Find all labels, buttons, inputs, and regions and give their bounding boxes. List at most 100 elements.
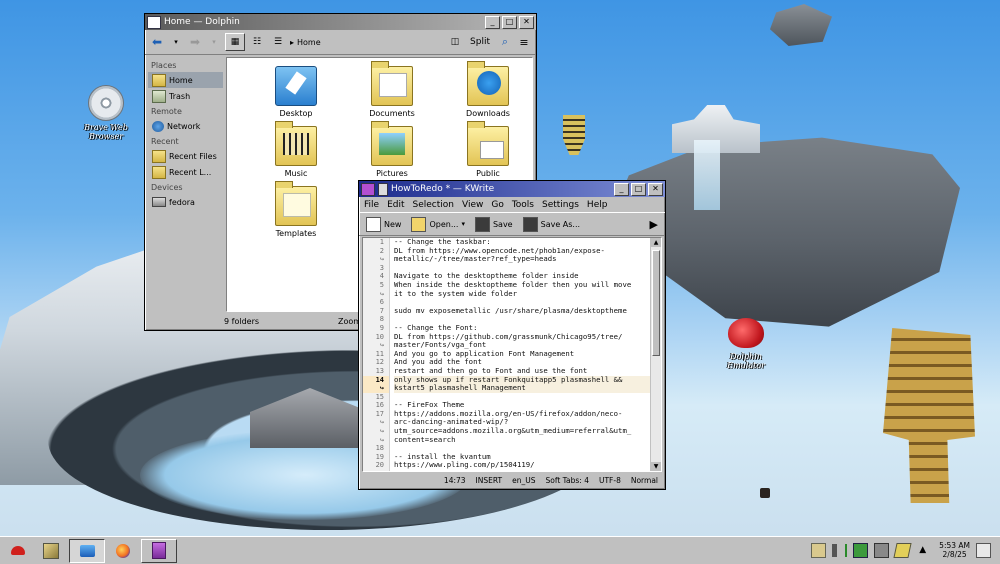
menu-icon[interactable]: ≡ bbox=[516, 34, 532, 50]
editor-text-area[interactable]: -- Change the taskbar: DL from https://ww… bbox=[390, 238, 650, 471]
editor-line[interactable]: utm_source=addons.mozilla.org&utm_medium… bbox=[394, 427, 650, 436]
breadcrumb-home[interactable]: Home bbox=[297, 38, 321, 47]
folder-public[interactable]: Public bbox=[453, 121, 523, 178]
desktop-icon-dolphin-emulator[interactable]: Dolphin Emulator bbox=[716, 318, 776, 370]
icons-view-icon[interactable]: ▦ bbox=[225, 33, 245, 51]
scroll-down-icon[interactable]: ▼ bbox=[651, 462, 661, 471]
folder-desktop[interactable]: Desktop bbox=[261, 66, 331, 118]
folder-documents[interactable]: Documents bbox=[357, 61, 427, 118]
folder-pictures[interactable]: Pictures bbox=[357, 121, 427, 178]
maximize-button[interactable]: □ bbox=[631, 182, 646, 196]
editor-line[interactable]: sudo mv exposemetallic /usr/share/plasma… bbox=[394, 307, 650, 316]
back-arrow-icon[interactable]: ⬅ bbox=[149, 34, 165, 50]
places-item-recent-locations[interactable]: Recent L... bbox=[148, 164, 223, 180]
folder-downloads[interactable]: Downloads bbox=[453, 61, 523, 118]
editor-line[interactable]: it to the system wide folder bbox=[394, 290, 650, 299]
menu-file[interactable]: File bbox=[364, 200, 379, 210]
editor-line[interactable]: metallic/-/tree/master?ref_type=heads bbox=[394, 255, 650, 264]
kwrite-window[interactable]: HowToRedo * — KWrite _ □ ✕ File Edit Sel… bbox=[358, 180, 666, 490]
maximize-button[interactable]: □ bbox=[502, 15, 517, 29]
updates-icon[interactable] bbox=[853, 542, 869, 558]
editor-line[interactable]: arc-dancing-animated-wip/? bbox=[394, 418, 650, 427]
editor-line[interactable]: -- Change the Font: bbox=[394, 324, 650, 333]
more-actions-icon[interactable]: ▶ bbox=[647, 215, 661, 233]
places-item-recent-files[interactable]: Recent Files bbox=[148, 148, 223, 164]
editor-line[interactable]: And you go to application Font Managemen… bbox=[394, 350, 650, 359]
editor-line[interactable]: restart and then go to Font and use the … bbox=[394, 367, 650, 376]
editor-line[interactable] bbox=[394, 315, 650, 324]
syntax-mode[interactable]: Normal bbox=[631, 476, 658, 485]
folder-music[interactable]: Music bbox=[261, 121, 331, 178]
places-item-home[interactable]: Home bbox=[148, 72, 223, 88]
editor-line[interactable]: only shows up if restart Fonkquitapp5 pl… bbox=[394, 375, 650, 385]
editor-line[interactable]: When inside the desktoptheme folder then… bbox=[394, 281, 650, 290]
dolphin-titlebar[interactable]: Home — Dolphin _ □ ✕ bbox=[145, 14, 536, 30]
editor-line[interactable]: https://www.pling.com/p/1504119/ bbox=[394, 461, 650, 470]
editor-line[interactable]: https://addons.mozilla.org/en-US/firefox… bbox=[394, 410, 650, 419]
network-tray-icon[interactable] bbox=[893, 542, 912, 558]
taskbar-task-kwrite[interactable] bbox=[141, 538, 177, 563]
places-item-network[interactable]: Network bbox=[148, 118, 223, 134]
indent-setting[interactable]: Soft Tabs: 4 bbox=[546, 476, 589, 485]
taskbar-launcher-firefox[interactable] bbox=[108, 540, 138, 562]
scroll-up-icon[interactable]: ▲ bbox=[651, 238, 661, 247]
minimize-button[interactable]: _ bbox=[614, 182, 629, 196]
kwrite-titlebar[interactable]: HowToRedo * — KWrite _ □ ✕ bbox=[359, 181, 665, 197]
editor-line[interactable]: content=search bbox=[394, 436, 650, 445]
dictionary[interactable]: en_US bbox=[512, 476, 535, 485]
expand-tray-icon[interactable]: ▲ bbox=[916, 544, 929, 557]
editor-line[interactable] bbox=[394, 470, 650, 471]
editor-line[interactable]: And you add the font bbox=[394, 358, 650, 367]
menu-tools[interactable]: Tools bbox=[512, 200, 534, 210]
editor-line[interactable]: master/Fonts/vga_font bbox=[394, 341, 650, 350]
places-item-fedora[interactable]: fedora bbox=[148, 194, 223, 210]
clock[interactable]: 5:53 AM 2/8/25 bbox=[939, 541, 970, 559]
editor-line[interactable]: Navigate to the desktoptheme folder insi… bbox=[394, 272, 650, 281]
cursor-position[interactable]: 14:73 bbox=[444, 476, 466, 485]
forward-dropdown-icon[interactable]: ▾ bbox=[206, 34, 222, 50]
editor-line[interactable] bbox=[394, 298, 650, 307]
forward-arrow-icon[interactable]: ➡ bbox=[187, 34, 203, 50]
start-button[interactable] bbox=[3, 540, 33, 562]
editor-line[interactable]: kstart5 plasmashell Management bbox=[394, 384, 650, 393]
scrollbar-thumb[interactable] bbox=[652, 250, 660, 356]
breadcrumb[interactable]: ▸ Home bbox=[290, 38, 444, 47]
show-desktop-button[interactable] bbox=[968, 540, 998, 562]
minimize-button[interactable]: _ bbox=[485, 15, 500, 29]
compact-view-icon[interactable]: ☷ bbox=[248, 34, 266, 50]
menu-help[interactable]: Help bbox=[587, 200, 608, 210]
editor-line[interactable] bbox=[394, 393, 650, 402]
editor-line[interactable]: DL from https://github.com/grassmunk/Chi… bbox=[394, 333, 650, 342]
open-button[interactable]: Open... ▾ bbox=[408, 215, 468, 233]
places-item-trash[interactable]: Trash bbox=[148, 88, 223, 104]
input-mode[interactable]: INSERT bbox=[476, 476, 503, 485]
menu-view[interactable]: View bbox=[462, 200, 483, 210]
save-button[interactable]: Save bbox=[472, 215, 516, 233]
search-icon[interactable]: ⌕ bbox=[497, 34, 513, 50]
editor-line[interactable] bbox=[394, 444, 650, 453]
editor-line[interactable]: -- install the kvantum bbox=[394, 453, 650, 462]
split-icon[interactable]: ◫ bbox=[447, 34, 463, 50]
device-notifier-icon[interactable] bbox=[874, 542, 890, 558]
editor-line[interactable]: -- FireFox Theme bbox=[394, 401, 650, 410]
encoding[interactable]: UTF-8 bbox=[599, 476, 621, 485]
menu-settings[interactable]: Settings bbox=[542, 200, 579, 210]
close-button[interactable]: ✕ bbox=[519, 15, 534, 29]
editor-line[interactable] bbox=[394, 264, 650, 273]
folder-templates[interactable]: Templates bbox=[261, 181, 331, 238]
clipboard-icon[interactable] bbox=[811, 542, 827, 558]
close-button[interactable]: ✕ bbox=[648, 182, 663, 196]
editor-line[interactable]: DL from https://www.opencode.net/phob1an… bbox=[394, 247, 650, 256]
menu-go[interactable]: Go bbox=[491, 200, 503, 210]
new-button[interactable]: New bbox=[363, 215, 404, 233]
back-dropdown-icon[interactable]: ▾ bbox=[168, 34, 184, 50]
taskbar-task-dolphin[interactable] bbox=[69, 538, 105, 563]
pin-icon[interactable] bbox=[378, 182, 388, 196]
vertical-scrollbar[interactable]: ▲ ▼ bbox=[650, 238, 661, 471]
chevron-down-icon[interactable]: ▾ bbox=[461, 220, 465, 228]
menu-selection[interactable]: Selection bbox=[413, 200, 454, 210]
volume-icon[interactable] bbox=[832, 543, 848, 557]
menu-edit[interactable]: Edit bbox=[387, 200, 404, 210]
split-button[interactable]: Split bbox=[466, 34, 494, 50]
details-view-icon[interactable]: ☰ bbox=[269, 34, 287, 50]
